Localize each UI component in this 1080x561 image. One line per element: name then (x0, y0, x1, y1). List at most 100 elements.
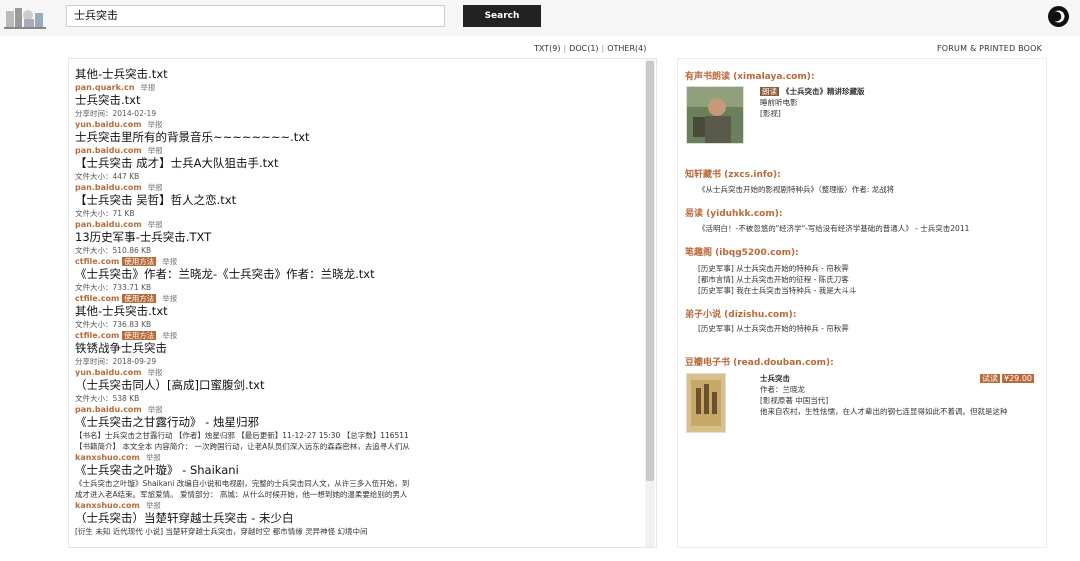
result-meta: 文件大小：733.71 KB (75, 283, 152, 292)
report-link[interactable]: 举报 (140, 83, 155, 92)
result-domain[interactable]: ctfile.com (75, 257, 119, 266)
douban-description: 他来自农村，生性怯懦，在人才辈出的钢七连显得如此不着调。但就是这种 (760, 407, 1008, 416)
novel-desc: [衍生 未知 近代现代 小说] 当楚轩穿越士兵突击，穿越时空 都市情缘 灵异神怪… (75, 527, 368, 536)
result-meta: 文件大小：71 KB (75, 209, 135, 218)
result-title[interactable]: 士兵突击.txt (75, 93, 645, 108)
report-link[interactable]: 举报 (148, 146, 163, 155)
list-item: 《士兵突击》作者：兰晓龙-《士兵突击》作者：兰晓龙.txt 文件大小：733.7… (75, 267, 645, 304)
ibqg-item[interactable]: [历史军事] 我在士兵突击当特种兵 - 我是大斗斗 (698, 286, 856, 296)
report-link[interactable]: 举报 (148, 120, 163, 129)
list-item: 铁锈战争士兵突击 分享时间：2018-09-29 yun.baidu.com 举报 (75, 341, 645, 378)
result-meta: 文件大小：538 KB (75, 394, 140, 403)
list-item: （士兵突击同人）[高成]口蜜腹剑.txt 文件大小：538 KB pan.bai… (75, 378, 645, 415)
report-link[interactable]: 举报 (148, 183, 163, 192)
result-domain[interactable]: ctfile.com (75, 331, 119, 340)
novel-title[interactable]: 《士兵突击之甘露行动》 - 烛星归邪 (75, 415, 645, 430)
audio-cover-image[interactable] (686, 86, 744, 144)
dark-mode-toggle[interactable] (1048, 6, 1069, 27)
list-item: 13历史军事-士兵突击.TXT 文件大小：510.86 KB ctfile.co… (75, 230, 645, 267)
header-bar: 士兵突击 Search (0, 0, 1080, 36)
section-ximalaya-title[interactable]: 有声书朗读 (ximalaya.com): (685, 69, 814, 82)
douban-price[interactable]: 试读 ¥29.00 (980, 373, 1034, 384)
site-logo[interactable] (4, 5, 46, 31)
report-link[interactable]: 举报 (148, 405, 163, 414)
list-item: 《士兵突击之甘露行动》 - 烛星归邪 【书名】士兵突击之甘露行动 【作者】烛星归… (75, 415, 645, 463)
list-item: 【士兵突击 成才】士兵A大队狙击手.txt 文件大小：447 KB pan.ba… (75, 156, 645, 193)
novel-desc: 【书名】士兵突击之甘露行动 【作者】烛星归邪 【最后更新】11-12-27 15… (75, 431, 409, 440)
result-title[interactable]: 13历史军事-士兵突击.TXT (75, 230, 645, 245)
result-title[interactable]: 【士兵突击 吴哲】哲人之恋.txt (75, 193, 645, 208)
results-list: 其他-士兵突击.txt pan.quark.cn 举报 士兵突击.txt 分享时间… (75, 67, 645, 537)
result-domain[interactable]: yun.baidu.com (75, 368, 142, 377)
result-meta: 文件大小：510.86 KB (75, 246, 152, 255)
section-yiduhkk-title[interactable]: 易读 (yiduhkk.com): (685, 206, 782, 219)
result-domain[interactable]: yun.baidu.com (75, 120, 142, 129)
report-link[interactable]: 举报 (162, 294, 177, 303)
sidebar-panel: 有声书朗读 (ximalaya.com): 朗读 《士兵突击》精讲珍藏版 睡前听电… (677, 58, 1047, 548)
usage-tag[interactable]: 使用方法 (122, 331, 157, 340)
douban-category: [影视原著 中国当代] (760, 396, 829, 405)
list-item: 【士兵突击 吴哲】哲人之恋.txt 文件大小：71 KB pan.baidu.c… (75, 193, 645, 230)
douban-book-title[interactable]: 士兵突击 (760, 374, 790, 384)
result-domain[interactable]: kanxshuo.com (75, 453, 140, 462)
result-domain[interactable]: pan.baidu.com (75, 220, 142, 229)
novel-title[interactable]: 《士兵突击之叶璇》 - Shaikani (75, 463, 645, 478)
forum-printed-book-link[interactable]: FORUM & PRINTED BOOK (937, 44, 1042, 53)
moon-icon (1051, 10, 1065, 23)
zxcs-item[interactable]: 《从士兵突击开始的影视剧特种兵》（整理版）作者: 龙战将 (698, 185, 894, 195)
results-scrollbar[interactable] (645, 59, 655, 547)
read-aloud-badge: 朗读 (760, 87, 779, 96)
section-douban-title[interactable]: 豆瓣电子书 (read.douban.com): (685, 355, 834, 368)
section-ibqg-title[interactable]: 笔趣阁 (ibqg5200.com): (685, 245, 799, 258)
result-title[interactable]: 《士兵突击》作者：兰晓龙-《士兵突击》作者：兰晓龙.txt (75, 267, 645, 282)
report-link[interactable]: 举报 (146, 453, 161, 462)
list-item: 其他-士兵突击.txt pan.quark.cn 举报 (75, 67, 645, 93)
list-item: 《士兵突击之叶璇》 - Shaikani 《士兵突击之叶璇》Shaikani 改… (75, 463, 645, 511)
report-link[interactable]: 举报 (162, 331, 177, 340)
try-read-button[interactable]: 试读 (980, 374, 1000, 383)
price-badge[interactable]: ¥29.00 (1002, 374, 1034, 383)
section-zxcs-title[interactable]: 知轩藏书 (zxcs.info): (685, 167, 781, 180)
filter-other[interactable]: OTHER(4) (607, 44, 646, 53)
ibqg-item[interactable]: [历史军事] 从士兵突击开始的特种兵 - 帘秋霁 (698, 264, 849, 274)
report-link[interactable]: 举报 (148, 220, 163, 229)
scroll-thumb[interactable] (646, 61, 654, 481)
usage-tag[interactable]: 使用方法 (122, 257, 157, 266)
report-link[interactable]: 举报 (146, 501, 161, 510)
audio-title-line[interactable]: 朗读 《士兵突击》精讲珍藏版 (760, 87, 865, 97)
section-dizishu-title[interactable]: 弟子小说 (dizishu.com): (685, 307, 796, 320)
report-link[interactable]: 举报 (148, 368, 163, 377)
novel-desc: 成才进入老A结束。军旅爱情。 爱情部分： 高城：从什么时候开始，他一想到她的温柔… (75, 490, 408, 499)
novel-desc: 《士兵突击之叶璇》Shaikani 改编自小说和电视剧，完整的士兵突击同人文，从… (75, 479, 410, 488)
search-button[interactable]: Search (463, 5, 541, 27)
result-domain[interactable]: pan.baidu.com (75, 183, 142, 192)
result-title[interactable]: 铁锈战争士兵突击 (75, 341, 645, 356)
list-item: 其他-士兵突击.txt 文件大小：736.83 KB ctfile.com 使用方… (75, 304, 645, 341)
result-meta: 文件大小：736.83 KB (75, 320, 152, 329)
result-title[interactable]: 其他-士兵突击.txt (75, 67, 645, 82)
result-title[interactable]: 【士兵突击 成才】士兵A大队狙击手.txt (75, 156, 645, 171)
report-link[interactable]: 举报 (162, 257, 177, 266)
result-domain[interactable]: kanxshuo.com (75, 501, 140, 510)
result-domain[interactable]: pan.baidu.com (75, 405, 142, 414)
usage-tag[interactable]: 使用方法 (122, 294, 157, 303)
ibqg-item[interactable]: [都市言情] 从士兵突击开始的征程 - 陈氏刀客 (698, 275, 849, 285)
result-domain[interactable]: ctfile.com (75, 294, 119, 303)
result-meta: 文件大小：447 KB (75, 172, 140, 181)
dizishu-item[interactable]: [历史军事] 从士兵突击开始的特种兵 - 帘秋霁 (698, 324, 849, 334)
result-title[interactable]: （士兵突击同人）[高成]口蜜腹剑.txt (75, 378, 645, 393)
filter-doc[interactable]: DOC(1) (569, 44, 598, 53)
douban-book-cover[interactable] (686, 373, 726, 433)
douban-author: 作者：兰晓龙 (760, 385, 805, 394)
list-item: （士兵突击）当楚轩穿越士兵突击 - 未少白 [衍生 未知 近代现代 小说] 当楚… (75, 511, 645, 537)
result-title[interactable]: 士兵突击里所有的背景音乐~~~~~~~~.txt (75, 130, 645, 145)
result-domain[interactable]: pan.baidu.com (75, 146, 142, 155)
result-domain[interactable]: pan.quark.cn (75, 83, 134, 92)
file-type-filters: TXT(9) | DOC(1) | OTHER(4) (534, 44, 647, 53)
search-input[interactable]: 士兵突击 (66, 5, 445, 27)
novel-title[interactable]: （士兵突击）当楚轩穿越士兵突击 - 未少白 (75, 511, 645, 526)
result-title[interactable]: 其他-士兵突击.txt (75, 304, 645, 319)
filter-txt[interactable]: TXT(9) (534, 44, 560, 53)
yiduhkk-item[interactable]: 《活明白！-不被忽悠的"经济学"-写给没有经济学基础的普通人》 - 士兵突击20… (698, 224, 969, 234)
result-meta: 分享时间：2018-09-29 (75, 357, 157, 366)
